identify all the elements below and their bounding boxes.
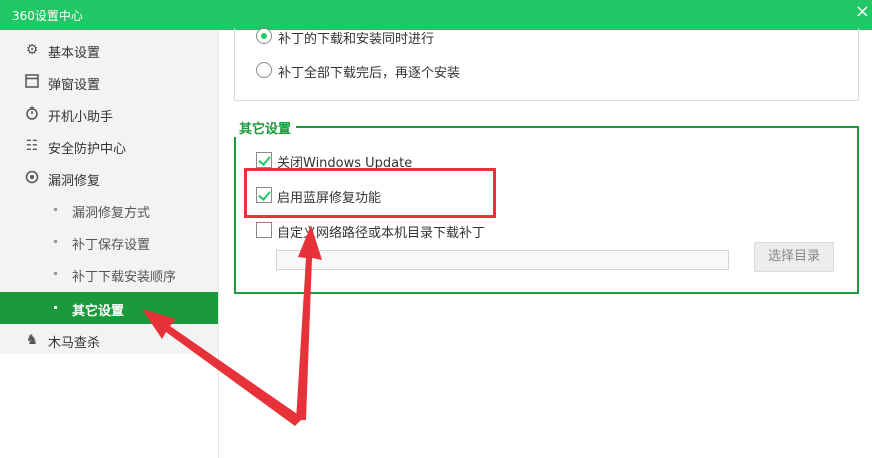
horse-icon: ♞ [25, 332, 39, 348]
sidebar-item-vuln-repair[interactable]: 漏洞修复 [0, 162, 218, 194]
patch-icon [24, 170, 40, 186]
sidebar-item-label: 开机小助手 [48, 110, 114, 125]
gear-icon: ⚙ [25, 42, 39, 58]
sidebar-subitem-repair-method[interactable]: 漏洞修复方式 [0, 194, 218, 226]
shield-grid-icon: ☷ [25, 138, 39, 154]
sidebar-item-security-center[interactable]: ☷ 安全防护中心 [0, 130, 218, 162]
sidebar-subitem-label: 补丁下载安装顺序 [72, 270, 177, 285]
radio-sequential-label[interactable]: 补丁全部下载完后，再逐个安装 [278, 62, 460, 81]
radio-sequential[interactable] [256, 62, 272, 78]
bullet-icon [54, 272, 57, 275]
main-panel: 补丁的下载和安装同时进行 补丁全部下载完后，再逐个安装 其它设置 关闭Windo… [220, 28, 872, 458]
sidebar-item-trojan-scan[interactable]: ♞ 木马查杀 [0, 324, 218, 356]
bullet-icon [54, 240, 57, 243]
window-icon [24, 74, 40, 90]
title-bar: 360设置中心 × [0, 0, 872, 30]
timer-icon [24, 106, 40, 122]
sidebar-subitem-patch-save[interactable]: 补丁保存设置 [0, 226, 218, 258]
close-icon[interactable]: × [855, 3, 870, 21]
custom-path-checkbox[interactable] [256, 222, 272, 238]
bullet-icon [54, 306, 57, 309]
highlight-box [244, 168, 496, 218]
radio-simultaneous[interactable] [256, 28, 272, 44]
sidebar-subitem-label: 其它设置 [72, 304, 125, 319]
choose-directory-button[interactable]: 选择目录 [754, 242, 834, 272]
sidebar-subitem-label: 漏洞修复方式 [72, 206, 151, 221]
sidebar-item-basic-settings[interactable]: ⚙ 基本设置 [0, 34, 218, 66]
sidebar: ⚙ 基本设置 弹窗设置 开机小助手 ☷ 安全防护中心 漏洞修复 漏洞修复方式 补… [0, 30, 219, 458]
sidebar-item-popup-settings[interactable]: 弹窗设置 [0, 66, 218, 98]
sidebar-item-label: 安全防护中心 [48, 142, 127, 157]
sidebar-item-boot-assistant[interactable]: 开机小助手 [0, 98, 218, 130]
bullet-icon [54, 208, 57, 211]
sidebar-item-label: 基本设置 [48, 46, 101, 61]
other-settings-title: 其它设置 [234, 118, 297, 137]
sidebar-item-label: 木马查杀 [48, 336, 101, 351]
sidebar-item-label: 漏洞修复 [48, 174, 101, 189]
window-title: 360设置中心 [12, 9, 83, 23]
download-path-input[interactable] [276, 250, 729, 270]
sidebar-subitem-other-settings[interactable]: 其它设置 [0, 292, 218, 324]
sidebar-item-label: 弹窗设置 [48, 78, 101, 93]
sidebar-subitem-label: 补丁保存设置 [72, 238, 151, 253]
custom-path-label[interactable]: 自定义网络路径或本机目录下载补丁 [277, 222, 485, 241]
disable-windows-update-checkbox[interactable] [256, 152, 272, 168]
radio-simultaneous-label[interactable]: 补丁的下载和安装同时进行 [278, 28, 434, 47]
sidebar-subitem-install-order[interactable]: 补丁下载安装顺序 [0, 258, 218, 290]
